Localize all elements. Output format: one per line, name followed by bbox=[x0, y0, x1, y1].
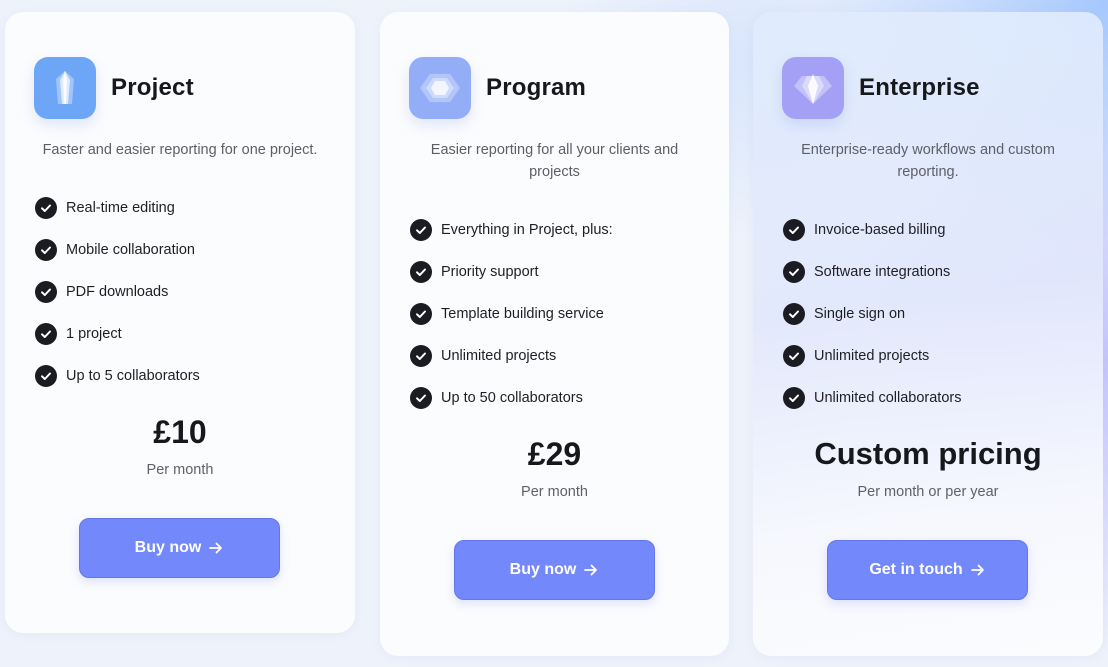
feature-item: Unlimited projects bbox=[410, 335, 613, 377]
feature-label: Up to 5 collaborators bbox=[66, 368, 200, 384]
check-icon bbox=[783, 219, 805, 241]
billing-period: Per month or per year bbox=[857, 484, 999, 500]
hexagon-gem-icon bbox=[409, 57, 471, 119]
plan-name: Program bbox=[486, 74, 587, 101]
check-icon bbox=[783, 387, 805, 409]
feature-item: Mobile collaboration bbox=[35, 229, 200, 271]
feature-item: Single sign on bbox=[783, 293, 961, 335]
check-icon bbox=[410, 303, 432, 325]
buy-now-button[interactable]: Buy now bbox=[79, 518, 280, 578]
buy-now-button[interactable]: Buy now bbox=[454, 540, 655, 600]
arrow-right-icon bbox=[209, 542, 223, 554]
feature-label: Mobile collaboration bbox=[66, 242, 195, 258]
feature-item: PDF downloads bbox=[35, 271, 200, 313]
feature-list: Everything in Project, plus: Priority su… bbox=[410, 209, 613, 419]
check-icon bbox=[783, 303, 805, 325]
feature-item: Template building service bbox=[410, 293, 613, 335]
plan-price: £29 bbox=[527, 436, 582, 472]
feature-list: Real-time editing Mobile collaboration P… bbox=[35, 187, 200, 397]
feature-label: Template building service bbox=[441, 306, 604, 322]
feature-label: Priority support bbox=[441, 264, 539, 280]
check-icon bbox=[35, 197, 57, 219]
feature-label: Unlimited collaborators bbox=[814, 390, 962, 406]
billing-period: Per month bbox=[146, 462, 214, 478]
plan-header: Enterprise bbox=[782, 57, 980, 119]
feature-label: Unlimited projects bbox=[441, 348, 557, 364]
check-icon bbox=[783, 345, 805, 367]
button-label: Buy now bbox=[509, 561, 577, 578]
feature-item: Priority support bbox=[410, 251, 613, 293]
billing-period: Per month bbox=[521, 484, 588, 500]
plan-price: Custom pricing bbox=[814, 436, 1042, 471]
check-icon bbox=[35, 365, 57, 387]
feature-item: Up to 5 collaborators bbox=[35, 355, 200, 397]
plan-card-enterprise: Enterprise Enterprise-ready workflows an… bbox=[753, 12, 1103, 656]
feature-item: Everything in Project, plus: bbox=[410, 209, 613, 251]
button-label: Get in touch bbox=[869, 561, 963, 578]
get-in-touch-button[interactable]: Get in touch bbox=[827, 540, 1028, 600]
plan-card-program: Program Easier reporting for all your cl… bbox=[380, 12, 729, 656]
feature-item: 1 project bbox=[35, 313, 200, 355]
crystal-icon bbox=[34, 57, 96, 119]
feature-label: Single sign on bbox=[814, 306, 906, 322]
feature-list: Invoice-based billing Software integrati… bbox=[783, 209, 961, 419]
feature-item: Unlimited collaborators bbox=[783, 377, 961, 419]
check-icon bbox=[783, 261, 805, 283]
check-icon bbox=[410, 345, 432, 367]
plan-name: Project bbox=[111, 74, 194, 101]
button-label: Buy now bbox=[134, 539, 202, 556]
feature-label: Real-time editing bbox=[66, 200, 175, 216]
plan-description: Easier reporting for all your clients an… bbox=[430, 142, 679, 180]
feature-label: Up to 50 collaborators bbox=[441, 390, 583, 406]
feature-item: Invoice-based billing bbox=[783, 209, 961, 251]
check-icon bbox=[410, 219, 432, 241]
check-icon bbox=[35, 281, 57, 303]
plan-description: Faster and easier reporting for one proj… bbox=[42, 142, 318, 158]
feature-label: Everything in Project, plus: bbox=[441, 222, 613, 238]
plan-description: Enterprise-ready workflows and custom re… bbox=[801, 142, 1055, 180]
check-icon bbox=[35, 323, 57, 345]
plan-header: Program bbox=[409, 57, 586, 119]
feature-label: PDF downloads bbox=[66, 284, 169, 300]
diamond-icon bbox=[782, 57, 844, 119]
feature-item: Software integrations bbox=[783, 251, 961, 293]
check-icon bbox=[410, 261, 432, 283]
arrow-right-icon bbox=[584, 564, 598, 576]
check-icon bbox=[35, 239, 57, 261]
feature-item: Unlimited projects bbox=[783, 335, 961, 377]
plan-name: Enterprise bbox=[859, 74, 980, 101]
feature-label: Invoice-based billing bbox=[814, 222, 946, 238]
feature-item: Real-time editing bbox=[35, 187, 200, 229]
feature-item: Up to 50 collaborators bbox=[410, 377, 613, 419]
plan-card-project: Project Faster and easier reporting for … bbox=[5, 12, 355, 633]
plan-header: Project bbox=[34, 57, 194, 119]
check-icon bbox=[410, 387, 432, 409]
feature-label: Unlimited projects bbox=[814, 348, 930, 364]
feature-label: 1 project bbox=[66, 326, 122, 342]
arrow-right-icon bbox=[970, 564, 984, 576]
feature-label: Software integrations bbox=[814, 264, 951, 280]
plan-price: £10 bbox=[153, 414, 207, 450]
